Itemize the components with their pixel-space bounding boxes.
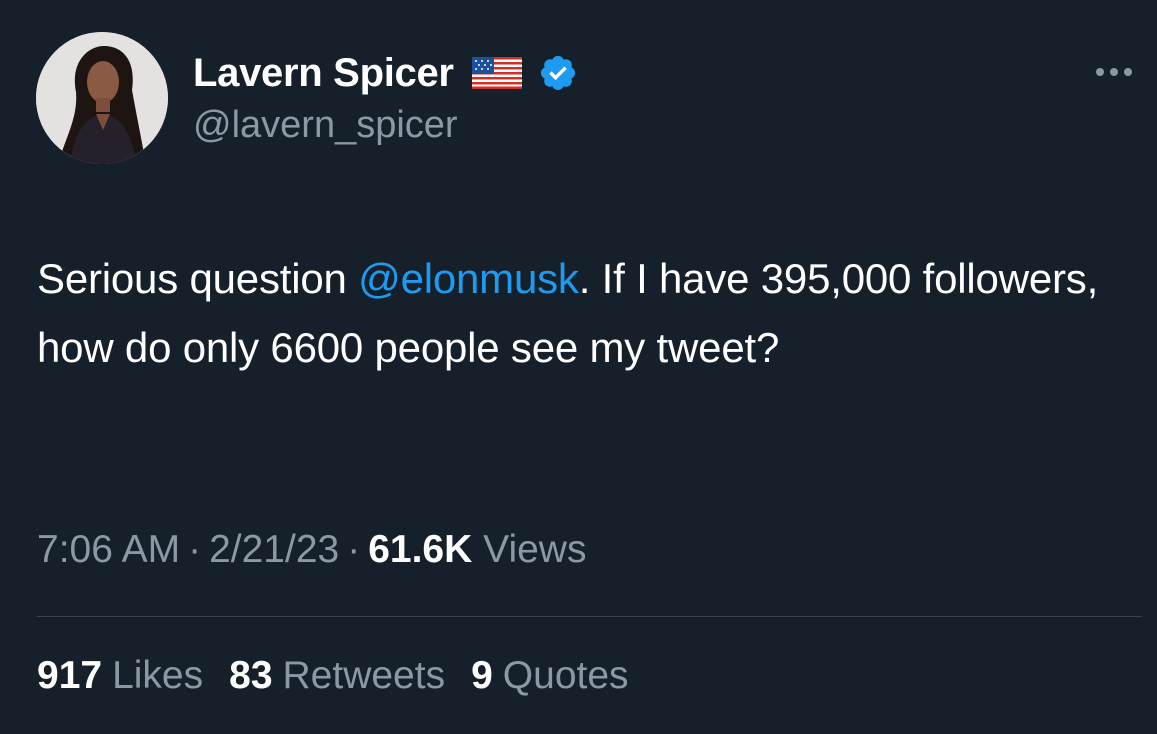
retweets-count: 83	[229, 654, 273, 697]
quotes-count: 9	[471, 654, 493, 697]
likes-label: Likes	[112, 654, 204, 697]
quotes-label: Quotes	[502, 654, 629, 697]
retweets-label: Retweets	[282, 654, 446, 697]
views-count: 61.6K	[368, 528, 473, 571]
tweet-text-part: Serious question	[37, 255, 359, 302]
engagement-stats: 917 Likes 83 Retweets 9 Quotes	[37, 654, 655, 698]
views-label: Views	[483, 528, 587, 571]
meta-separator: ·	[347, 528, 361, 571]
author-handle[interactable]: @lavern_spicer	[193, 104, 458, 147]
quotes-stat[interactable]: 9 Quotes	[471, 654, 628, 698]
verified-badge-icon[interactable]	[538, 53, 578, 93]
tweet-text: Serious question @elonmusk. If I have 39…	[37, 244, 1137, 382]
tweet-time[interactable]: 7:06 AM	[37, 528, 180, 571]
author-name-row: Lavern Spicer	[193, 48, 578, 98]
avatar[interactable]	[36, 32, 168, 164]
likes-stat[interactable]: 917 Likes	[37, 654, 203, 698]
tweet-meta: 7:06 AM · 2/21/23 · 61.6K Views	[37, 528, 586, 572]
retweets-stat[interactable]: 83 Retweets	[229, 654, 445, 698]
divider	[37, 616, 1142, 617]
display-name[interactable]: Lavern Spicer	[193, 51, 454, 96]
avatar-image	[36, 32, 168, 164]
tweet-card: Lavern Spicer @lavern_spicer Serious que…	[0, 0, 1157, 734]
tweet-date[interactable]: 2/21/23	[209, 528, 339, 571]
mention-link[interactable]: @elonmusk	[358, 255, 579, 302]
meta-separator: ·	[188, 528, 202, 571]
likes-count: 917	[37, 654, 103, 697]
us-flag-icon	[471, 55, 522, 91]
more-options-icon[interactable]	[1090, 56, 1140, 88]
